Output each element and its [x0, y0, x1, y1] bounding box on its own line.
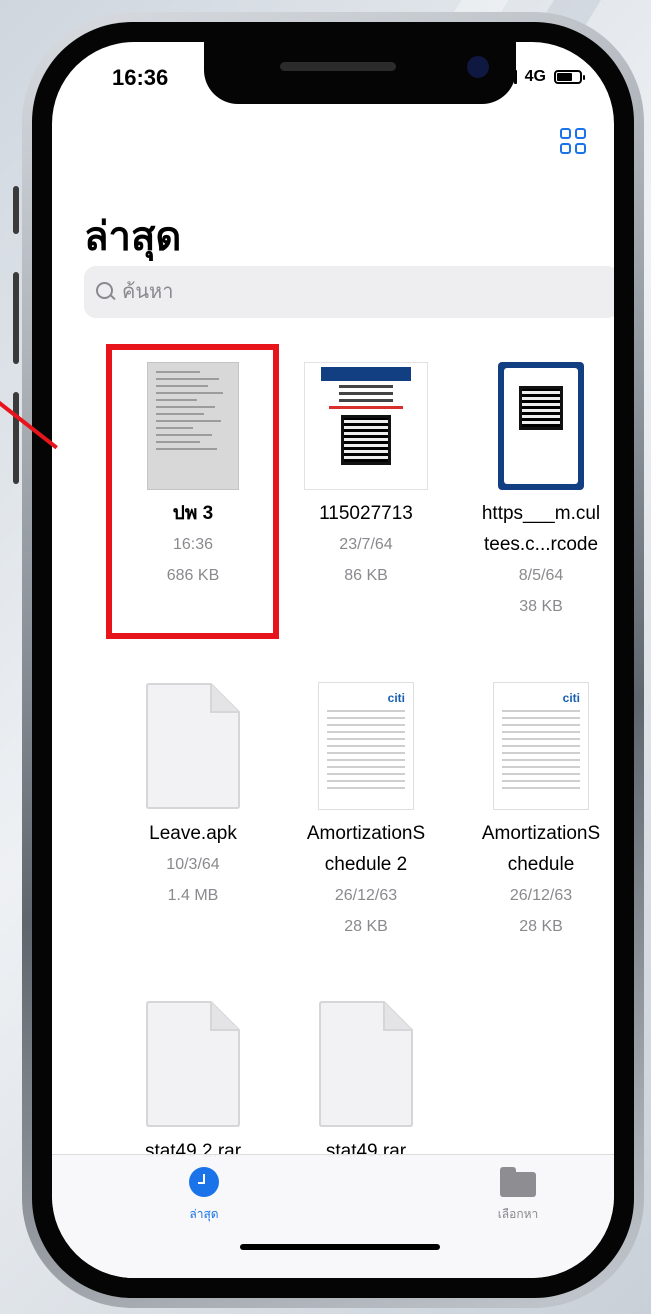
mute-switch [13, 186, 19, 234]
file-date: 26/12/63 [509, 887, 573, 904]
search-input[interactable] [122, 280, 582, 304]
qr-code-icon [341, 415, 391, 465]
file-item[interactable]: citi AmortizationS chedule 26/12/63 28 KB [456, 682, 614, 942]
file-item[interactable]: https___m.cul tees.c...rcode 8/5/64 38 KB [456, 362, 614, 622]
citi-logo: citi [562, 691, 580, 705]
battery-icon [554, 70, 585, 84]
citi-logo: citi [387, 691, 405, 705]
file-size: 86 KB [344, 567, 388, 584]
file-size: 28 KB [519, 918, 563, 935]
tab-label: ล่าสุด [189, 1207, 219, 1221]
file-name: Leave.apk [149, 823, 237, 844]
file-item[interactable]: stat49 2.rar [108, 1000, 278, 1167]
file-date: 10/3/64 [166, 856, 220, 873]
page-title: ล่าสุด [84, 215, 182, 259]
home-indicator[interactable] [240, 1244, 440, 1250]
tab-recent[interactable]: ล่าสุด [144, 1167, 264, 1224]
front-camera [467, 56, 489, 78]
file-date: 26/12/63 [334, 887, 398, 904]
volume-up-button [13, 272, 19, 364]
qr-code-icon [519, 386, 563, 430]
selection-highlight-box [106, 344, 279, 639]
folder-icon [500, 1167, 536, 1197]
generic-file-icon [145, 1000, 241, 1128]
generic-file-icon [318, 1000, 414, 1128]
screen: 16:36 4G ล่าสุด ค้นหา ปพ 3 16:36 686 KB … [52, 42, 614, 1278]
file-thumbnail: citi [493, 682, 589, 810]
file-size: 28 KB [344, 918, 388, 935]
file-date: 8/5/64 [518, 567, 564, 584]
file-name: https___m.cul tees.c...rcode [481, 503, 601, 555]
phone-frame: 16:36 4G ล่าสุด ค้นหา ปพ 3 16:36 686 KB … [22, 12, 644, 1308]
grid-view-button[interactable] [560, 128, 586, 154]
phone-bezel: 16:36 4G ล่าสุด ค้นหา ปพ 3 16:36 686 KB … [32, 22, 634, 1298]
tab-label: เลือกหา [497, 1207, 539, 1221]
file-thumbnail [304, 362, 428, 490]
file-item[interactable]: citi AmortizationS chedule 2 26/12/63 28 … [281, 682, 451, 942]
clock-icon [189, 1167, 219, 1197]
file-name: 115027713 [319, 503, 413, 524]
volume-down-button [13, 392, 19, 484]
battery-level [557, 73, 573, 81]
file-item[interactable]: 115027713 23/7/64 86 KB [281, 362, 451, 591]
search-bar[interactable] [84, 266, 614, 318]
notch [204, 42, 516, 104]
file-name: AmortizationS chedule [481, 823, 601, 875]
tab-bar: ล่าสุด เลือกหา [52, 1154, 614, 1278]
file-size: 38 KB [519, 598, 563, 615]
generic-file-icon [145, 682, 241, 810]
file-thumbnail: citi [318, 682, 414, 810]
grid-icon [560, 128, 571, 139]
file-size: 1.4 MB [167, 887, 219, 904]
speaker [280, 62, 396, 71]
network-type: 4G [524, 68, 546, 85]
file-item[interactable]: Leave.apk 10/3/64 1.4 MB [108, 682, 278, 911]
search-icon [96, 282, 116, 302]
file-name: AmortizationS chedule 2 [306, 823, 426, 875]
tab-browse[interactable]: เลือกหา [458, 1167, 578, 1224]
file-date: 23/7/64 [339, 536, 393, 553]
status-time: 16:36 [112, 65, 169, 90]
file-thumbnail [498, 362, 584, 490]
file-item[interactable]: stat49.rar [281, 1000, 451, 1167]
